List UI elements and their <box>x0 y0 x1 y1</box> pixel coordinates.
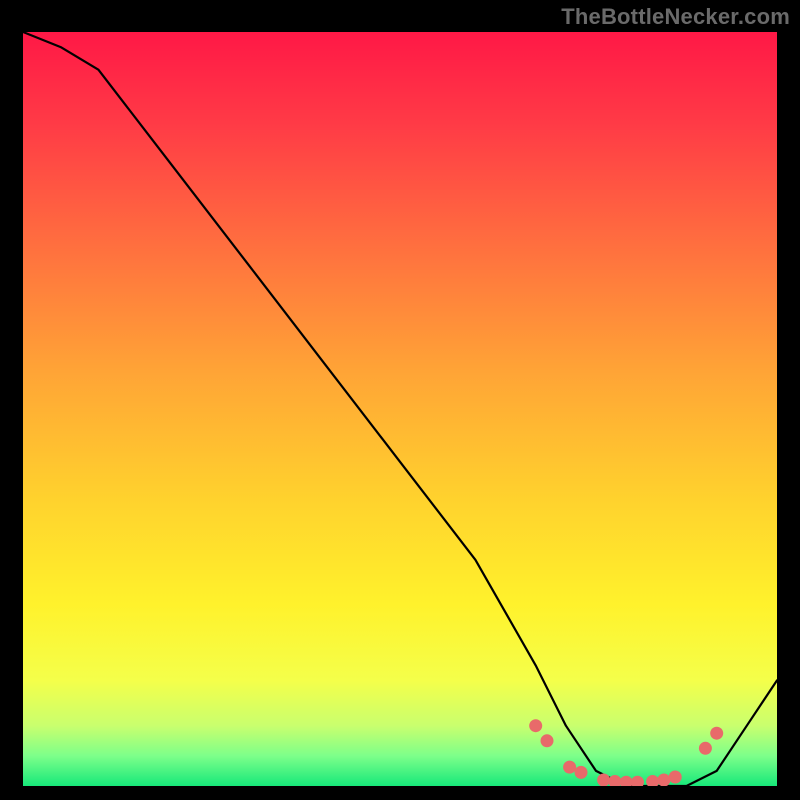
highlight-dot <box>608 775 621 786</box>
highlight-dot <box>529 719 542 732</box>
curve-line <box>23 32 777 786</box>
highlight-dot <box>631 776 644 786</box>
highlight-dot <box>620 776 633 786</box>
highlight-dot <box>646 775 659 786</box>
highlight-dot <box>669 771 682 784</box>
chart-container: TheBottleNecker.com <box>0 0 800 800</box>
highlight-dot <box>541 734 554 747</box>
bottleneck-curve <box>23 32 777 786</box>
highlight-dot <box>597 774 610 787</box>
highlight-dot <box>710 727 723 740</box>
watermark-text: TheBottleNecker.com <box>561 4 790 30</box>
plot-area <box>23 32 777 786</box>
highlight-dot <box>575 766 588 779</box>
highlight-dots <box>529 719 723 786</box>
highlight-dot <box>699 742 712 755</box>
highlight-dot <box>563 761 576 774</box>
highlight-dot <box>657 774 670 787</box>
plot-frame <box>21 30 779 788</box>
